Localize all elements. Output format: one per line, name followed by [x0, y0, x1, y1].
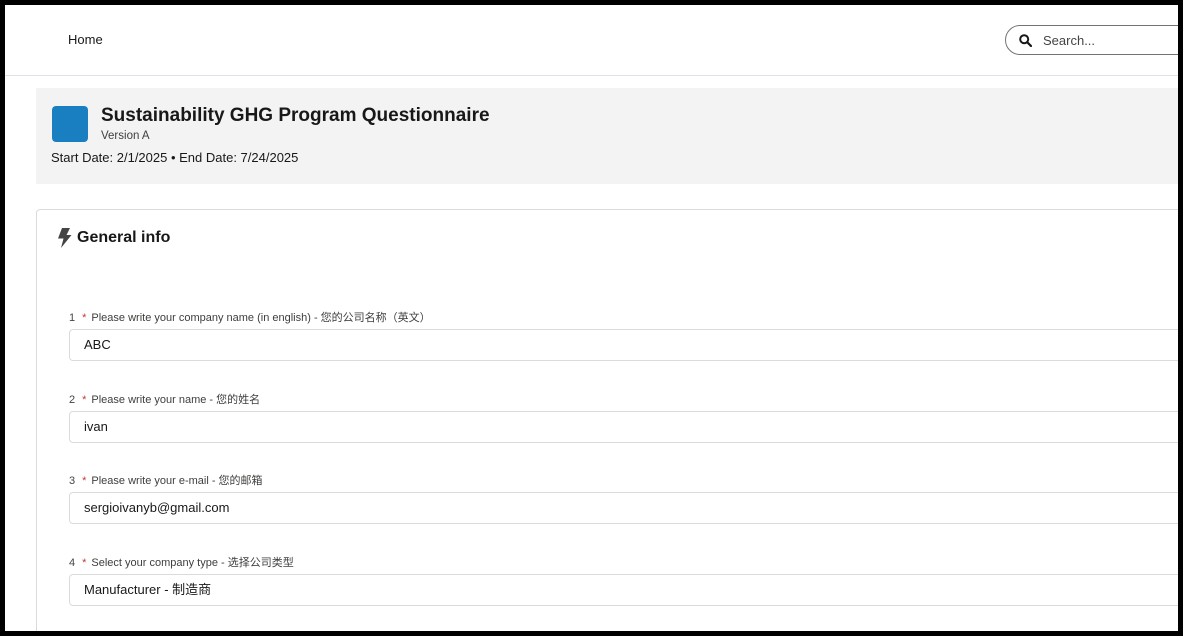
date-range: Start Date: 2/1/2025 • End Date: 7/24/20…: [51, 150, 299, 165]
question-number: 3: [69, 475, 76, 487]
required-marker: *: [82, 394, 87, 406]
search-icon: [1019, 33, 1032, 47]
version-label: Version A: [101, 130, 150, 142]
question-number: 4: [69, 557, 76, 569]
section-header: General info: [57, 228, 170, 248]
bolt-icon: [58, 228, 72, 248]
app-frame: Home Sustainability GHG Program Question…: [5, 5, 1178, 631]
question-text: Please write your company name (in engli…: [91, 312, 431, 324]
question-company-name: 1 * Please write your company name (in eng…: [69, 311, 1178, 361]
record-header: Sustainability GHG Program Questionnaire…: [36, 88, 1178, 184]
company-type-select[interactable]: Manufacturer - 制造商: [69, 574, 1178, 606]
required-marker: *: [82, 312, 87, 324]
question-email: 3 * Please write your e-mail - 您的邮箱 sergio…: [69, 474, 1178, 524]
required-marker: *: [82, 557, 87, 569]
search-input[interactable]: [1041, 31, 1165, 49]
question-number: 1: [69, 312, 76, 324]
general-info-card: General info 1 * Please write your company…: [36, 209, 1178, 631]
question-text: Please write your e-mail - 您的邮箱: [91, 475, 263, 487]
question-number: 2: [69, 394, 76, 406]
question-text: Please write your name - 您的姓名: [91, 394, 261, 406]
question-label: 1 * Please write your company name (in eng…: [69, 311, 1178, 325]
section-title: General info: [77, 229, 171, 246]
question-label: 3 * Please write your e-mail - 您的邮箱: [69, 474, 1178, 488]
required-marker: *: [82, 475, 87, 487]
question-text: Select your company type - 选择公司类型: [91, 557, 294, 569]
question-label: 4 * Select your company type - 选择公司类型: [69, 556, 1178, 570]
search-box[interactable]: [1005, 25, 1178, 55]
company-name-field[interactable]: ABC: [69, 329, 1178, 361]
question-label: 2 * Please write your name - 您的姓名: [69, 393, 1178, 407]
home-link[interactable]: Home: [68, 32, 103, 47]
question-company-type: 4 * Select your company type - 选择公司类型 Manu…: [69, 556, 1178, 606]
questionnaire-icon: [52, 106, 88, 142]
top-bar: Home: [5, 5, 1178, 76]
question-name: 2 * Please write your name - 您的姓名 ivan: [69, 393, 1178, 443]
name-field[interactable]: ivan: [69, 411, 1178, 443]
email-field[interactable]: sergioivanyb@gmail.com: [69, 492, 1178, 524]
page-title: Sustainability GHG Program Questionnaire: [101, 105, 490, 126]
